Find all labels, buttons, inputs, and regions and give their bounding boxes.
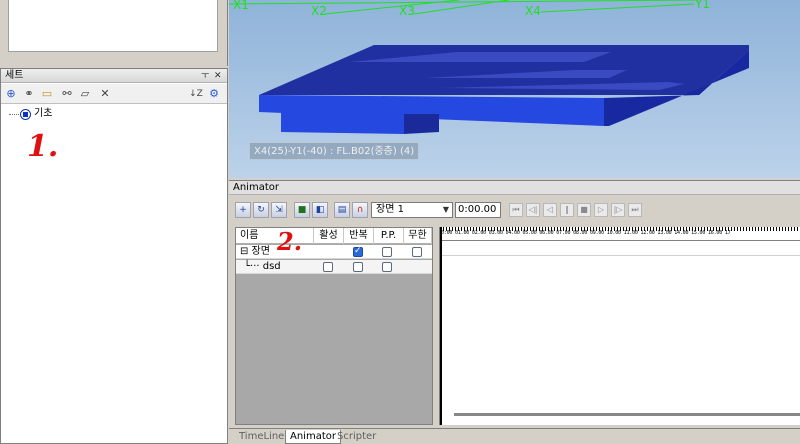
repeat-checkbox[interactable] [353, 246, 363, 257]
3d-viewport[interactable]: X1 X2 X3 X4 Y1 X4(25)-Y1(-40) : FL.B02(중… [229, 0, 800, 178]
column-infinite[interactable]: 무한 [404, 228, 432, 244]
sets-panel-title: 세트 [5, 70, 24, 81]
scene-grid: 이름 활성 반복 P.P. 무한 ⊟ 장면 └··· dsd [235, 227, 433, 425]
binoculars-icon[interactable]: ⚭ [22, 87, 36, 101]
tree-connector [9, 113, 19, 115]
bottom-tab-bar: TimeLiner Animator Scripter [229, 428, 800, 444]
animator-title: Animator [229, 181, 800, 195]
table-row[interactable]: ⊟ 장면 [236, 245, 432, 259]
table-row[interactable]: └··· dsd [236, 260, 432, 274]
column-active[interactable]: 활성 [314, 228, 344, 244]
rewind-to-start-icon[interactable]: ⏮ [509, 203, 523, 217]
slab-lower-block [281, 112, 404, 134]
sets-panel-titlebar: 세트 ㅜ ✕ [1, 69, 227, 83]
play-backward-icon[interactable]: ◁ [543, 203, 557, 217]
grid-line-top [229, 0, 700, 5]
new-set-icon[interactable]: ⊕ [4, 87, 18, 101]
grid-label-x1: X1 [233, 0, 249, 12]
link-icon[interactable]: ⚯ [60, 87, 74, 101]
color-icon[interactable]: ◧ [312, 202, 328, 218]
timeline-ruler-labels: 0:00 01.00 02.00 03.00 04.00 05.00 06.00… [441, 230, 731, 236]
sort-icon[interactable]: ↓Z [189, 87, 203, 101]
step-back-icon[interactable]: ◁| [526, 203, 540, 217]
annotation-1: 1. [27, 129, 59, 164]
scene-grid-header: 이름 활성 반복 P.P. 무한 [236, 228, 432, 244]
folder-icon[interactable]: ▭ [40, 87, 54, 101]
tab-scripter[interactable]: Scripter [333, 430, 380, 444]
timeline-view[interactable]: 0:00 01.00 02.00 03.00 04.00 05.00 06.00… [439, 227, 800, 425]
pp-checkbox[interactable] [382, 262, 392, 272]
timeline-cursor[interactable] [440, 227, 442, 425]
column-pp[interactable]: P.P. [374, 228, 404, 244]
pause-icon[interactable]: ‖ [560, 203, 574, 217]
stop-icon[interactable]: ■ [577, 203, 591, 217]
animation-set-name: └··· dsd [244, 261, 281, 272]
element-info-label: X4(25)-Y1(-40) : FL.B02(중층) (4) [249, 142, 420, 160]
timeline-ruler[interactable]: 0:00 01.00 02.00 03.00 04.00 05.00 06.00… [440, 227, 800, 241]
step-forward-icon[interactable]: |▷ [611, 203, 625, 217]
transparency-icon[interactable]: ▤ [334, 202, 350, 218]
play-icon[interactable]: ▷ [594, 203, 608, 217]
settings-icon[interactable]: ⚙ [207, 87, 221, 101]
rotate-icon[interactable]: ↻ [253, 202, 269, 218]
grid-label-x2: X2 [311, 4, 327, 18]
delete-icon[interactable]: ✕ [98, 87, 112, 101]
pin-icon[interactable]: ㅜ [201, 69, 209, 83]
grid-label-x3: X3 [399, 4, 415, 18]
grid-line-x2 [324, 0, 460, 15]
pp-checkbox[interactable] [382, 247, 392, 257]
forward-to-end-icon[interactable]: ⏭ [628, 203, 642, 217]
slab-lower-block-side [404, 114, 439, 134]
timeline-row[interactable] [440, 242, 800, 256]
upper-left-pane [0, 0, 228, 66]
sets-toolbar: ⊕ ⚭ ▭ ⚯ ▱ ✕ ↓Z ⚙ [1, 84, 227, 104]
animator-toolbar: + ↻ ⇲ ■ ◧ ▤ ∩ 장면 1 ▼ 0:00.00 ⏮ ◁| ◁ ‖ ■ … [229, 199, 800, 221]
scene-select[interactable]: 장면 1 ▼ [371, 202, 453, 218]
active-checkbox[interactable] [323, 262, 333, 272]
infinite-checkbox[interactable] [412, 247, 422, 257]
close-icon[interactable]: ✕ [214, 69, 222, 83]
scene-name: ⊟ 장면 [240, 246, 270, 257]
comment-icon[interactable]: ▱ [78, 87, 92, 101]
capture-keyframe-icon[interactable]: ■ [294, 202, 310, 218]
repeat-checkbox[interactable] [353, 262, 363, 272]
grid-line-x4 [540, 3, 695, 13]
chevron-down-icon: ▼ [442, 205, 449, 214]
animator-panel: Animator + ↻ ⇲ ■ ◧ ▤ ∩ 장면 1 ▼ 0:00.00 ⏮ … [229, 180, 800, 444]
scale-icon[interactable]: ⇲ [271, 202, 287, 218]
tree-item-label: 기초 [34, 108, 53, 119]
timeline-scrollbar[interactable] [454, 413, 800, 416]
magnet-icon[interactable]: ∩ [352, 202, 368, 218]
scene-select-value: 장면 1 [376, 204, 404, 215]
tree-item-foundation[interactable]: 기초 [9, 107, 52, 121]
time-input[interactable]: 0:00.00 [455, 202, 501, 218]
annotation-2: 2. [277, 227, 303, 256]
sets-panel: 세트 ㅜ ✕ ⊕ ⚭ ▭ ⚯ ▱ ✕ ↓Z ⚙ 기초 1. [0, 68, 228, 444]
tab-timeliner[interactable]: TimeLiner [235, 430, 292, 444]
add-camera-icon[interactable]: + [235, 202, 251, 218]
grid-label-x4: X4 [525, 4, 541, 18]
set-node-icon [20, 108, 31, 120]
grid-label-y1: Y1 [695, 0, 710, 11]
column-name[interactable]: 이름 [236, 228, 314, 244]
upper-left-pane-content [8, 0, 218, 52]
column-repeat[interactable]: 반복 [344, 228, 374, 244]
